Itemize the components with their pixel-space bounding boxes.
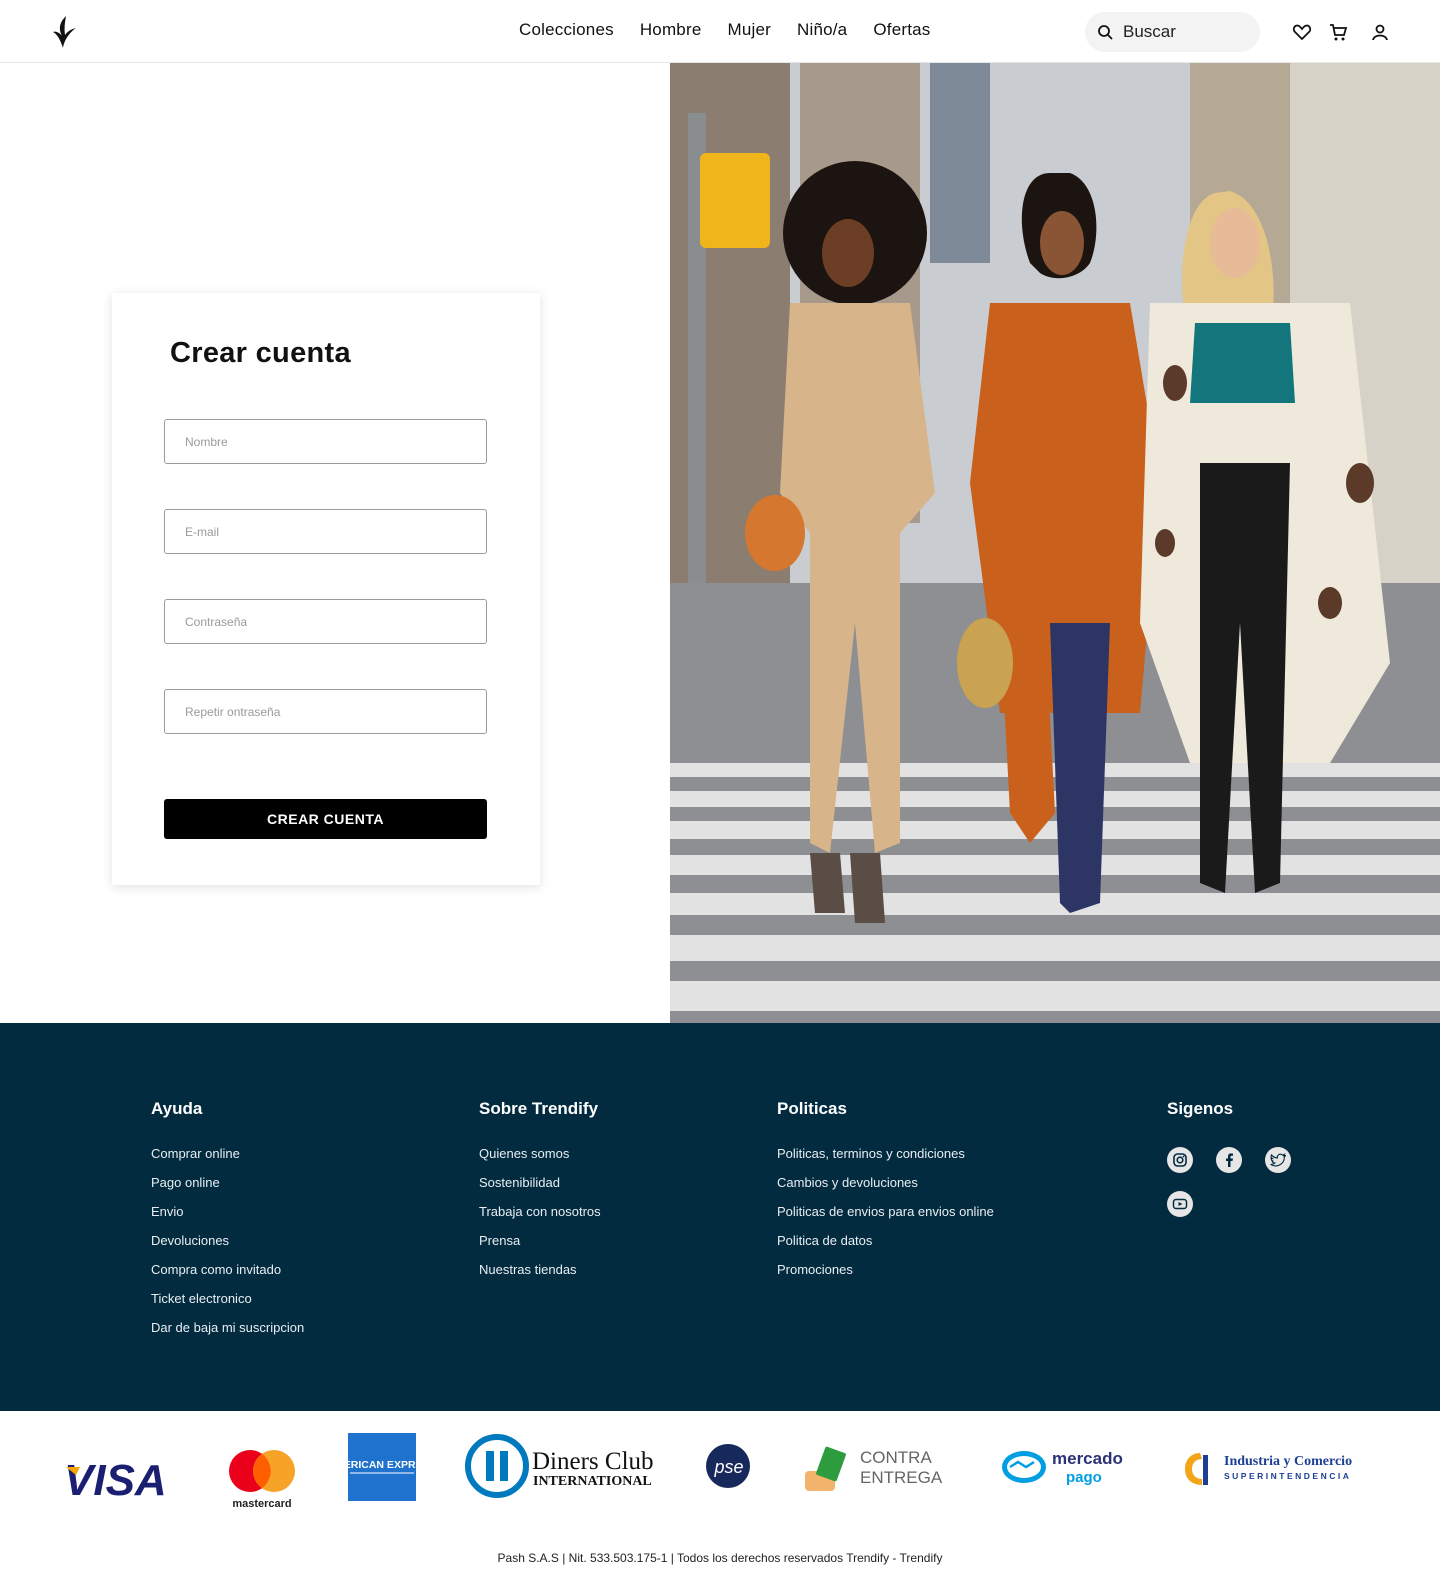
heart-icon[interactable] (1292, 22, 1312, 42)
email-field[interactable] (164, 509, 487, 554)
nav-mujer[interactable]: Mujer (727, 20, 771, 40)
diners-international-text: INTERNATIONAL (533, 1474, 652, 1489)
search-box[interactable] (1085, 12, 1260, 52)
footer-link[interactable]: Ticket electronico (151, 1291, 304, 1320)
create-account-button[interactable]: CREAR CUENTA (164, 799, 487, 839)
repeat-password-field[interactable] (164, 689, 487, 734)
footer-link[interactable]: Trabaja con nosotros (479, 1204, 601, 1233)
copyright-text: Pash S.A.S | Nit. 533.503.175-1 | Todos … (497, 1551, 943, 1565)
instagram-icon[interactable] (1167, 1147, 1193, 1173)
superintendencia-text: SUPERINTENDENCIA (1224, 1471, 1351, 1481)
footer-link[interactable]: Politicas, terminos y condiciones (777, 1146, 994, 1175)
entrega-text: ENTREGA (860, 1468, 943, 1487)
register-card: Crear cuenta CREAR CUENTA (112, 293, 540, 885)
footer-link[interactable]: Promociones (777, 1262, 994, 1291)
footer-link[interactable]: Sostenibilidad (479, 1175, 601, 1204)
mercado-text: mercado (1052, 1449, 1123, 1468)
cart-icon[interactable] (1328, 22, 1348, 42)
password-field[interactable] (164, 599, 487, 644)
footer-col-title: Politicas (777, 1099, 847, 1118)
contra-entrega-logo: CONTRA ENTREGA (805, 1446, 943, 1491)
register-area: Crear cuenta CREAR CUENTA (0, 63, 670, 1023)
amex-logo: AMERICAN EXPRESS (327, 1433, 437, 1501)
payment-methods: VISA mastercard AMERICAN EXPRESS Diners … (0, 1411, 1440, 1586)
footer-col-sobre: Sobre Trendify Quienes somos Sostenibili… (479, 1099, 601, 1291)
visa-logo: VISA (64, 1456, 167, 1505)
nav-hombre[interactable]: Hombre (640, 20, 702, 40)
footer-link[interactable]: Compra como invitado (151, 1262, 304, 1291)
hero-photo (670, 63, 1440, 1023)
youtube-icon[interactable] (1167, 1191, 1193, 1217)
footer-link[interactable]: Nuestras tiendas (479, 1262, 601, 1291)
name-field[interactable] (164, 419, 487, 464)
pse-text: pse (713, 1457, 743, 1477)
mastercard-text: mastercard (232, 1498, 291, 1510)
footer-col-title: Sigenos (1167, 1099, 1234, 1118)
footer-link[interactable]: Comprar online (151, 1146, 304, 1175)
footer-col-title: Sobre Trendify (479, 1099, 599, 1118)
footer-link[interactable]: Politica de datos (777, 1233, 994, 1262)
form-title: Crear cuenta (170, 337, 351, 369)
footer-link[interactable]: Devoluciones (151, 1233, 304, 1262)
footer-col-ayuda: Ayuda Comprar online Pago online Envio D… (151, 1099, 304, 1349)
footer-link[interactable]: Dar de baja mi suscripcion (151, 1320, 304, 1349)
hero-street-illustration (670, 63, 1440, 1023)
sic-logo: Industria y Comercio SUPERINTENDENCIA (1185, 1453, 1352, 1485)
visa-text: VISA (64, 1456, 167, 1505)
nav-ofertas[interactable]: Ofertas (873, 20, 930, 40)
footer-link[interactable]: Quienes somos (479, 1146, 601, 1175)
site-header: Colecciones Hombre Mujer Niño/a Ofertas (0, 0, 1440, 63)
payment-logos-strip: VISA mastercard AMERICAN EXPRESS Diners … (64, 1433, 1352, 1510)
sic-text: Industria y Comercio (1224, 1454, 1352, 1469)
footer-link[interactable]: Politicas de envios para envios online (777, 1204, 994, 1233)
brand-logo-icon[interactable] (50, 14, 80, 50)
nav-nino[interactable]: Niño/a (797, 20, 847, 40)
twitter-icon[interactable] (1265, 1147, 1291, 1173)
site-footer: Ayuda Comprar online Pago online Envio D… (0, 1023, 1440, 1411)
footer-link[interactable]: Pago online (151, 1175, 304, 1204)
nav-colecciones[interactable]: Colecciones (519, 20, 614, 40)
diners-logo: Diners Club INTERNATIONAL (465, 1434, 654, 1498)
user-icon[interactable] (1370, 22, 1390, 42)
pago-text: pago (1066, 1469, 1102, 1486)
diners-club-text: Diners Club (532, 1448, 654, 1475)
footer-col-politicas: Politicas Politicas, terminos y condicio… (777, 1099, 994, 1291)
contra-text: CONTRA (860, 1448, 932, 1467)
footer-col-social: Sigenos (1167, 1099, 1233, 1146)
pse-logo: pse (706, 1444, 750, 1488)
footer-link[interactable]: Envio (151, 1204, 304, 1233)
search-icon (1098, 25, 1113, 40)
main-nav: Colecciones Hombre Mujer Niño/a Ofertas (519, 20, 956, 40)
search-input[interactable] (1123, 22, 1243, 42)
footer-col-title: Ayuda (151, 1099, 203, 1118)
footer-link[interactable]: Prensa (479, 1233, 601, 1262)
mastercard-logo: mastercard (229, 1450, 295, 1510)
amex-text: AMERICAN EXPRESS (327, 1459, 436, 1471)
mercado-pago-logo: mercado pago (1002, 1449, 1123, 1486)
footer-link[interactable]: Cambios y devoluciones (777, 1175, 994, 1204)
facebook-icon[interactable] (1216, 1147, 1242, 1173)
